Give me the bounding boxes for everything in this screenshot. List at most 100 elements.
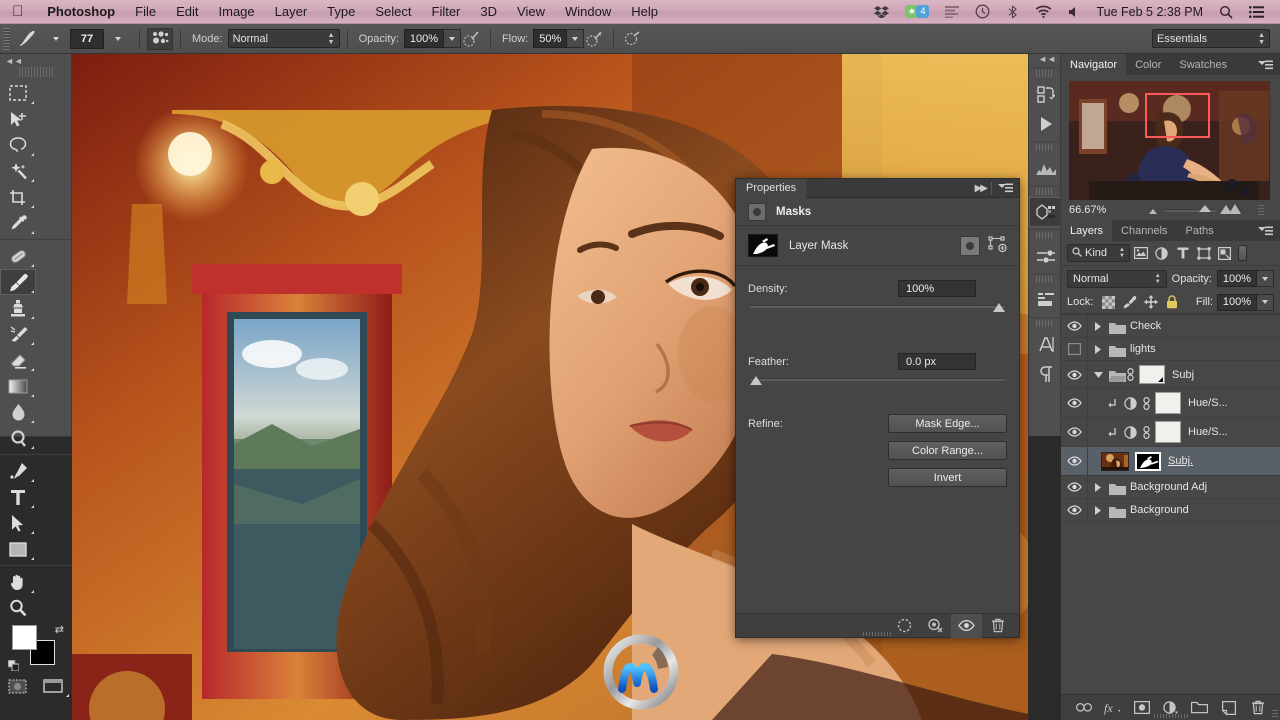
toggle-mask-icon[interactable] [951, 613, 982, 638]
rail-grip[interactable] [1036, 276, 1053, 283]
tool-pen[interactable] [0, 458, 36, 484]
shape-filter-icon[interactable] [1193, 243, 1214, 263]
menubar-clock[interactable]: Tue Feb 5 2:38 PM [1088, 0, 1211, 24]
layer-style-fx-icon[interactable]: fx [1102, 697, 1124, 719]
brush-size-dropdown[interactable] [104, 28, 132, 50]
actions-play-icon[interactable] [1029, 109, 1062, 139]
navigator-resize-grip[interactable] [1258, 205, 1264, 215]
navigator-view-box[interactable] [1145, 92, 1210, 139]
tool-lasso[interactable] [0, 132, 36, 158]
layer-mask-thumbnail[interactable] [748, 234, 778, 257]
tool-eyedropper[interactable] [0, 210, 36, 236]
layer-fill-field[interactable]: 100% [1217, 293, 1257, 311]
properties-resize-grip[interactable] [862, 632, 893, 636]
feather-slider[interactable] [750, 374, 1005, 388]
tool-zoom[interactable] [0, 595, 36, 621]
adjustment-layer-icon[interactable] [1121, 396, 1139, 410]
layer-blend-mode-select[interactable]: Normal ▲ ▼ [1067, 269, 1167, 288]
density-slider-thumb[interactable] [993, 303, 1005, 312]
tool-crop[interactable] [0, 184, 36, 210]
invert-button[interactable]: Invert [888, 468, 1007, 487]
pressure-flow-icon[interactable] [621, 29, 643, 49]
density-slider[interactable] [750, 301, 1005, 315]
color-range-button[interactable]: Color Range... [888, 441, 1007, 460]
3d-icon[interactable] [1029, 197, 1062, 227]
options-bar-grip[interactable] [3, 27, 10, 50]
character-A-icon[interactable] [1029, 329, 1062, 359]
new-group-icon[interactable] [1189, 697, 1211, 719]
table-row[interactable]: Background Adj [1061, 476, 1280, 499]
double-arrow-right-icon[interactable]: ▶▶ [970, 183, 991, 194]
feather-slider-thumb[interactable] [750, 376, 762, 385]
tool-marquee[interactable] [0, 80, 36, 106]
rail-grip[interactable] [1036, 70, 1053, 77]
flow-slider-dropdown[interactable] [567, 29, 585, 48]
histogram-icon[interactable] [1029, 153, 1062, 183]
layer-opacity-field[interactable]: 100% [1217, 270, 1257, 287]
opacity-field[interactable]: 100% [403, 29, 444, 48]
lock-position-icon[interactable] [1140, 292, 1161, 312]
layer-visibility-toggle[interactable] [1061, 421, 1087, 444]
workspace-select[interactable]: Essentials ▲ ▼ [1152, 29, 1270, 48]
menu-item-3d[interactable]: 3D [470, 0, 507, 24]
tab-channels[interactable]: Channels [1112, 220, 1176, 241]
rail-grip[interactable] [1036, 232, 1053, 239]
menu-item-filter[interactable]: Filter [422, 0, 471, 24]
menu-item-help[interactable]: Help [621, 0, 668, 24]
layer-visibility-toggle[interactable] [1061, 450, 1087, 473]
layer-visibility-toggle[interactable] [1061, 363, 1087, 386]
tool-dodge[interactable] [0, 425, 36, 451]
tool-path-selection[interactable] [0, 510, 36, 536]
add-pixel-mask-icon[interactable] [960, 235, 980, 256]
dropbox-icon[interactable] [866, 0, 897, 24]
table-row[interactable]: lights [1061, 338, 1280, 361]
list-icon[interactable] [937, 0, 967, 24]
new-layer-icon[interactable] [1218, 697, 1240, 719]
navigator-zoom-slider[interactable] [1121, 200, 1258, 220]
tool-blur[interactable] [0, 399, 36, 425]
menu-item-image[interactable]: Image [209, 0, 265, 24]
layer-thumbnail[interactable] [1101, 451, 1129, 471]
add-vector-mask-icon[interactable] [988, 235, 1007, 256]
brush-preset-icon[interactable] [14, 28, 42, 50]
tab-swatches[interactable]: Swatches [1170, 54, 1236, 75]
mask-edge-button[interactable]: Mask Edge... [888, 414, 1007, 433]
link-mask-icon[interactable] [1139, 396, 1153, 410]
lock-transparency-icon[interactable] [1098, 292, 1119, 312]
dock-resize-grip[interactable] [1153, 714, 1188, 718]
group-collapse-arrow-icon[interactable] [1087, 371, 1109, 379]
lock-all-icon[interactable] [1161, 292, 1182, 312]
blend-mode-select[interactable]: Normal ▲ ▼ [227, 29, 340, 48]
swap-colors-icon[interactable]: ⇄ [55, 623, 64, 636]
table-row[interactable]: Check [1061, 315, 1280, 338]
layer-fill-dropdown[interactable] [1257, 293, 1274, 311]
spotlight-search-icon[interactable] [1211, 0, 1241, 24]
foreground-color-swatch[interactable] [12, 625, 37, 650]
menu-item-type[interactable]: Type [317, 0, 365, 24]
airbrush-icon[interactable] [584, 29, 606, 49]
panel-menu-icon[interactable] [992, 183, 1019, 193]
pressure-opacity-icon[interactable] [461, 29, 483, 49]
group-mask-thumbnail[interactable] [1139, 365, 1165, 384]
apple-logo-icon[interactable]:  [12, 4, 23, 19]
zoom-out-small-icon[interactable] [1145, 205, 1161, 217]
layer-mask-thumbnail[interactable] [1135, 451, 1161, 471]
layer-visibility-toggle[interactable] [1061, 338, 1087, 361]
rail-grip[interactable] [1036, 188, 1053, 195]
group-expand-arrow-icon[interactable] [1087, 344, 1109, 354]
adjustment-filter-icon[interactable] [1151, 243, 1172, 263]
filter-enable-toggle[interactable] [1238, 245, 1247, 261]
layer-visibility-toggle[interactable] [1061, 392, 1087, 415]
menu-item-layer[interactable]: Layer [265, 0, 318, 24]
group-expand-arrow-icon[interactable] [1087, 321, 1109, 331]
panel-menu-icon[interactable] [1251, 54, 1280, 75]
bluetooth-icon[interactable] [998, 0, 1027, 24]
brush-preset-dropdown[interactable] [42, 28, 70, 50]
tab-paths[interactable]: Paths [1177, 220, 1223, 241]
rail-grip[interactable] [1036, 144, 1053, 151]
smart-object-filter-icon[interactable] [1214, 243, 1235, 263]
layer-visibility-toggle[interactable] [1061, 315, 1087, 338]
zoom-slider-thumb[interactable] [1199, 205, 1211, 212]
evernote-icon[interactable]: ★ 4 [897, 0, 937, 24]
quick-mask-icon[interactable] [0, 673, 36, 699]
